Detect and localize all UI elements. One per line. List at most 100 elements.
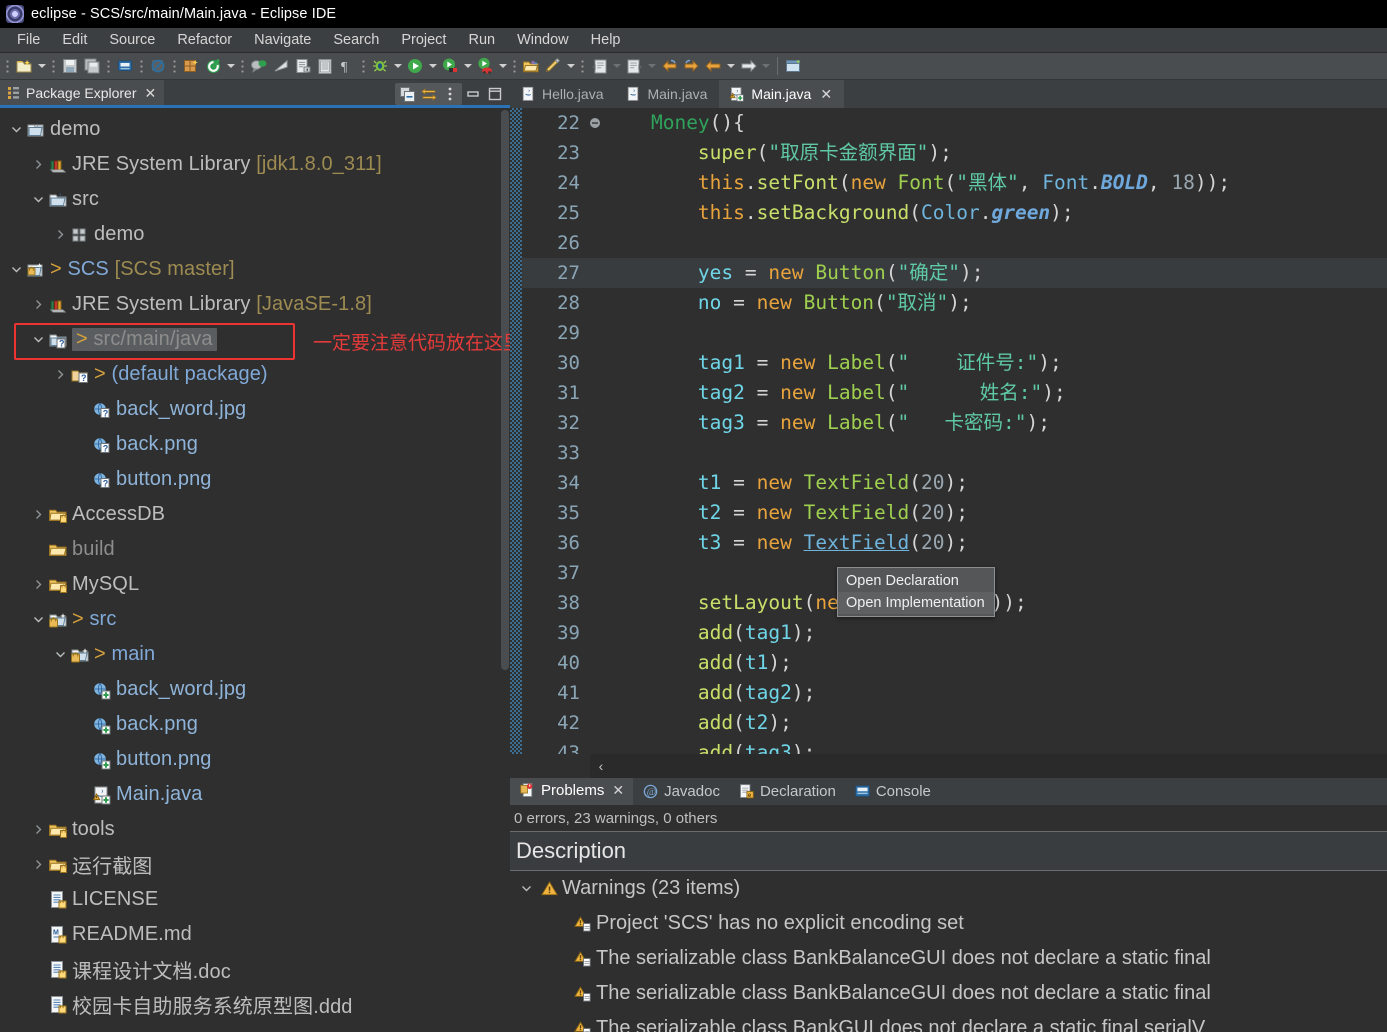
problems-tab[interactable]: e Declaration [729, 778, 845, 805]
tab-package-explorer[interactable]: Package Explorer ✕ [0, 80, 165, 108]
run-icon[interactable] [404, 55, 426, 77]
tree-item[interactable]: > SCS [SCS master] [0, 252, 510, 287]
problems-list[interactable]: Warnings (23 items) Project 'SCS' has no … [510, 871, 1387, 1032]
twisty-expanded-icon[interactable] [52, 649, 68, 660]
menu-refactor[interactable]: Refactor [166, 30, 243, 50]
twisty-expanded-icon[interactable] [30, 334, 46, 345]
twisty-collapsed-icon[interactable] [52, 369, 68, 380]
view-menu-icon[interactable] [439, 84, 460, 104]
code-line[interactable]: 22 Money(){ [522, 108, 1387, 138]
debug-dropdown-icon[interactable] [391, 55, 404, 77]
coverage-dropdown-icon[interactable] [496, 55, 509, 77]
editor-tab[interactable]: Hello.java [510, 80, 615, 108]
coverage-icon[interactable] [474, 55, 496, 77]
code-line[interactable]: 33 [522, 438, 1387, 468]
scroll-left-icon[interactable]: ‹ [590, 754, 612, 778]
tree-item[interactable]: JRE System Library [jdk1.8.0_311] [0, 147, 510, 182]
code-line[interactable]: 32 tag3 = new Label(" 卡密码:"); [522, 408, 1387, 438]
editor-horizontal-scrollbar[interactable]: ‹ [510, 754, 1387, 778]
editor-tab[interactable]: Main.java ✕ [719, 80, 845, 108]
code-line[interactable]: 30 tag1 = new Label(" 证件号:"); [522, 348, 1387, 378]
problems-tab[interactable]: Console [845, 778, 940, 805]
tree-item[interactable]: > src [0, 602, 510, 637]
save-icon[interactable] [59, 55, 81, 77]
tree-item[interactable]: LICENSE [0, 882, 510, 917]
code-line[interactable]: 34 t1 = new TextField(20); [522, 468, 1387, 498]
next-annotation-dropdown-icon[interactable] [645, 55, 658, 77]
code-line[interactable]: 41 add(tag2); [522, 678, 1387, 708]
scrollbar-track[interactable] [612, 754, 1387, 778]
menu-project[interactable]: Project [390, 30, 457, 50]
tree-item[interactable]: ? back.png [0, 427, 510, 462]
tree-item[interactable]: 校园卡自助服务系统原型图.ddd [0, 987, 510, 1022]
menu-navigate[interactable]: Navigate [243, 30, 322, 50]
source-code[interactable]: 22 Money(){23 super("取原卡金额界面"); 24 this.s… [522, 108, 1387, 754]
tree-item[interactable]: back_word.jpg [0, 672, 510, 707]
tree-item[interactable]: ? > (default package) [0, 357, 510, 392]
minimize-view-icon[interactable] [462, 84, 484, 104]
fold-collapse-icon[interactable] [586, 117, 604, 129]
tree-item[interactable]: src [0, 182, 510, 217]
tree-item[interactable]: ? button.png [0, 462, 510, 497]
tree-item[interactable]: demo [0, 217, 510, 252]
no-edit-icon[interactable] [147, 55, 169, 77]
link-with-editor-icon[interactable] [418, 84, 439, 104]
previous-edit-dropdown-icon[interactable] [724, 55, 737, 77]
tree-item[interactable]: demo [0, 112, 510, 147]
editor-annotation-ruler[interactable] [510, 108, 522, 754]
new-java-package-icon[interactable] [180, 55, 202, 77]
code-line[interactable]: 36 t3 = new TextField(20); [522, 528, 1387, 558]
twisty-expanded-icon[interactable] [516, 883, 536, 894]
twisty-collapsed-icon[interactable] [30, 299, 46, 310]
previous-annotation-dropdown-icon[interactable] [610, 55, 623, 77]
forward-icon[interactable] [680, 55, 702, 77]
open-resource-icon[interactable] [520, 55, 542, 77]
collapse-all-icon[interactable] [397, 84, 418, 104]
tree-item[interactable]: Main.java [0, 777, 510, 812]
print-icon[interactable] [114, 55, 136, 77]
tree-item[interactable]: tools [0, 812, 510, 847]
open-declaration-hover-menu[interactable]: Open Declaration Open Implementation [837, 567, 995, 617]
problems-tab[interactable]: @ Javadoc [633, 778, 729, 805]
twisty-expanded-icon[interactable] [8, 264, 24, 275]
tree-item[interactable]: back.png [0, 707, 510, 742]
next-edit-dropdown-icon[interactable] [759, 55, 772, 77]
new-wizard-dropdown-icon[interactable] [35, 55, 48, 77]
tree-item[interactable]: ? back_word.jpg [0, 392, 510, 427]
code-line[interactable]: 39 add(tag1); [522, 618, 1387, 648]
git-dropdown-icon[interactable] [224, 55, 237, 77]
problem-row[interactable]: The serializable class BankBalanceGUI do… [510, 941, 1387, 976]
twisty-collapsed-icon[interactable] [30, 859, 46, 870]
new-window-icon[interactable] [783, 55, 805, 77]
previous-annotation-icon[interactable] [588, 55, 610, 77]
tree-item[interactable]: JRE System Library [JavaSE-1.8] [0, 287, 510, 322]
code-line[interactable]: 42 add(t2); [522, 708, 1387, 738]
close-icon[interactable]: ✕ [820, 87, 832, 101]
back-icon[interactable] [658, 55, 680, 77]
close-icon[interactable]: ✕ [612, 782, 624, 799]
problems-tab[interactable]: Problems ✕ [510, 778, 634, 805]
open-task-icon[interactable] [314, 55, 336, 77]
problem-row[interactable]: Warnings (23 items) [510, 871, 1387, 906]
tree-item[interactable]: build [0, 532, 510, 567]
code-line[interactable]: 35 t2 = new TextField(20); [522, 498, 1387, 528]
code-line[interactable]: 29 [522, 318, 1387, 348]
menu-item-open-declaration[interactable]: Open Declaration [838, 570, 994, 592]
project-tree[interactable]: demo JRE System Library [jdk1.8.0_311] src… [0, 108, 510, 1032]
problem-row[interactable]: The serializable class BankGUI does not … [510, 1011, 1387, 1032]
run-dropdown-icon[interactable] [426, 55, 439, 77]
twisty-collapsed-icon[interactable] [30, 579, 46, 590]
code-line[interactable]: 43 add(tag3); [522, 738, 1387, 754]
next-annotation-icon[interactable] [623, 55, 645, 77]
twisty-collapsed-icon[interactable] [52, 229, 68, 240]
twisty-collapsed-icon[interactable] [30, 824, 46, 835]
code-line[interactable]: 23 super("取原卡金额界面"); [522, 138, 1387, 168]
tree-item[interactable]: > main [0, 637, 510, 672]
menu-item-open-implementation[interactable]: Open Implementation [838, 592, 994, 614]
git-commit-icon[interactable] [202, 55, 224, 77]
twisty-expanded-icon[interactable] [8, 124, 24, 135]
problem-row[interactable]: The serializable class BankBalanceGUI do… [510, 976, 1387, 1011]
twisty-expanded-icon[interactable] [30, 194, 46, 205]
menu-run[interactable]: Run [457, 30, 506, 50]
menu-file[interactable]: File [6, 30, 51, 50]
